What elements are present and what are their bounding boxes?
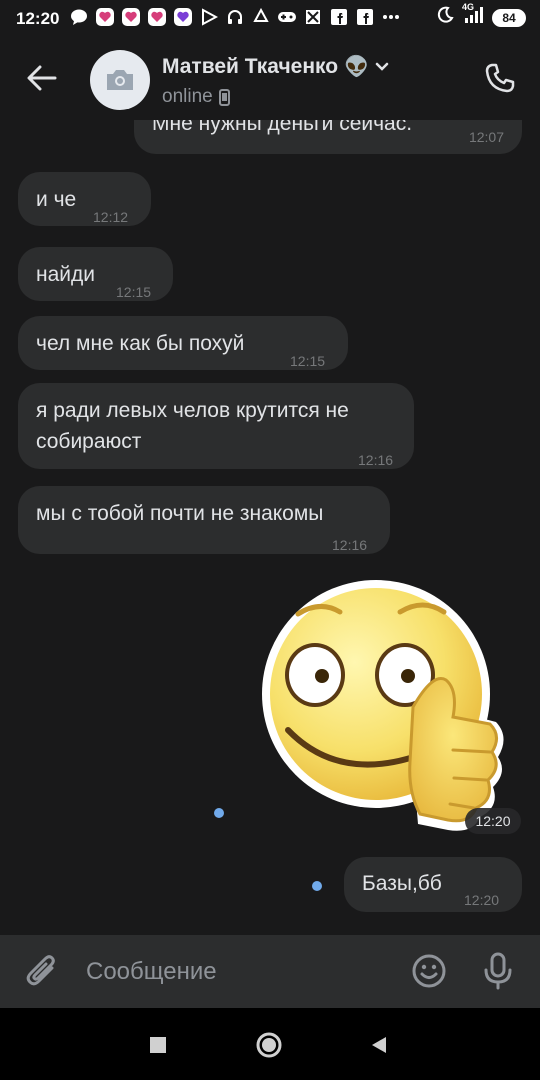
home-button[interactable]: [254, 1030, 284, 1060]
moon-icon: [436, 6, 454, 29]
call-button[interactable]: [480, 58, 520, 98]
triangle-back-icon: [372, 1037, 386, 1053]
chat-header: Матвей Ткаченко 👽 online: [0, 36, 540, 120]
app-notification-icon: [120, 6, 142, 28]
emoji-button[interactable]: [410, 952, 448, 990]
message-text: Мне нужны деньги сейчас.: [152, 120, 413, 135]
message-time: 12:15: [116, 284, 152, 300]
status-bar: 12:20 4G 84: [0, 0, 540, 36]
phone-icon: [485, 63, 515, 93]
message-text: и че: [36, 188, 77, 211]
message-time: 12:20: [464, 892, 500, 908]
recycle-icon: [250, 6, 272, 28]
message-bubble-incoming[interactable]: я ради левых челов крутится не собираюст…: [18, 383, 414, 469]
battery-indicator: 84: [492, 8, 526, 27]
alien-emoji: 👽: [344, 56, 369, 78]
message-bubble-incoming[interactable]: найди 12:15: [18, 247, 173, 301]
camera-icon: [107, 70, 133, 90]
facebook-icon: [354, 6, 376, 28]
message-text: найди: [36, 263, 95, 286]
avatar[interactable]: [90, 50, 150, 110]
chevron-down-icon: [375, 62, 389, 71]
message-input[interactable]: [72, 953, 392, 991]
app-notification-icon: [146, 6, 168, 28]
app-notification-icon: [302, 6, 324, 28]
message-time: 12:15: [290, 353, 326, 369]
circle-icon: [256, 1032, 282, 1058]
message-bubble-incoming[interactable]: и че 12:12: [18, 172, 151, 226]
app-notification-icon: [94, 6, 116, 28]
contact-name: Матвей Ткаченко: [162, 54, 339, 78]
message-time: 12:16: [358, 452, 394, 468]
mobile-icon: [218, 88, 230, 106]
recents-button[interactable]: [143, 1030, 173, 1060]
system-navigation-bar: [0, 1008, 540, 1080]
message-bubble-outgoing[interactable]: Базы,бб 12:20: [344, 857, 522, 912]
message-bubble-incoming[interactable]: чел мне как бы похуй 12:15: [18, 316, 348, 370]
notification-icons: [68, 6, 402, 28]
sticker-thumbs-up-smiley[interactable]: [258, 572, 510, 840]
facebook-icon: [328, 6, 350, 28]
arrow-left-icon: [27, 65, 57, 91]
play-store-icon: [198, 6, 220, 28]
sticker-time: 12:20: [465, 808, 521, 834]
message-time: 12:07: [468, 129, 504, 145]
attach-button[interactable]: [22, 951, 62, 991]
unread-indicator: [214, 808, 224, 818]
online-status-label: online: [162, 86, 213, 107]
message-list[interactable]: Мне нужны деньги сейчас. 12:07 и че 12:1…: [0, 120, 540, 935]
system-back-button[interactable]: [364, 1030, 394, 1060]
chat-notification-icon: [68, 6, 90, 28]
gamepad-icon: [276, 6, 298, 28]
message-text: мы с тобой почти не знакомы: [36, 502, 324, 525]
paperclip-icon: [26, 955, 55, 986]
message-composer: [0, 935, 540, 1008]
back-button[interactable]: [22, 58, 62, 98]
headphones-icon: [224, 6, 246, 28]
square-icon: [150, 1037, 166, 1053]
system-status-icons: 4G 84: [436, 2, 526, 29]
message-text: Базы,бб: [362, 872, 442, 895]
contact-status: online: [162, 86, 230, 108]
status-time: 12:20: [16, 9, 60, 28]
app-notification-icon: [172, 6, 194, 28]
message-text: чел мне как бы похуй: [36, 332, 245, 355]
unread-indicator: [312, 881, 322, 891]
more-icon: [380, 6, 402, 28]
contact-title[interactable]: Матвей Ткаченко 👽: [162, 54, 389, 79]
message-bubble-outgoing[interactable]: Мне нужны деньги сейчас. 12:07: [134, 120, 522, 154]
message-bubble-incoming[interactable]: мы с тобой почти не знакомы 12:16: [18, 486, 390, 554]
voice-message-button[interactable]: [478, 950, 518, 992]
message-time: 12:16: [332, 537, 368, 553]
smile-icon: [412, 954, 446, 988]
message-text: я ради левых челов крутится не собираюст: [36, 399, 349, 453]
signal-icon: 4G: [462, 2, 484, 29]
microphone-icon: [484, 952, 512, 990]
network-type-label: 4G: [462, 2, 475, 12]
message-time: 12:12: [93, 209, 129, 225]
